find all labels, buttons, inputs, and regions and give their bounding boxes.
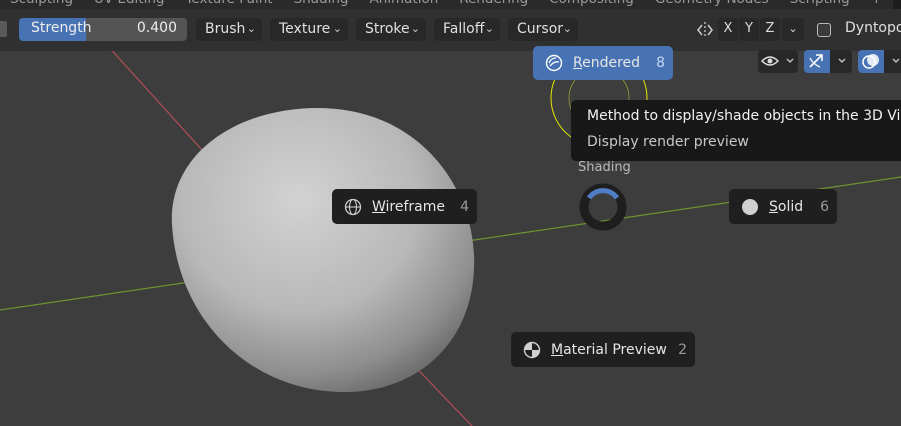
tooltip-description: Display render preview: [587, 134, 749, 150]
chevron-down-icon: ⌄: [788, 22, 798, 35]
falloff-menu[interactable]: Falloff ⌄: [434, 18, 500, 41]
gizmo-arrow-icon: [809, 54, 823, 68]
rendered-shading-icon: [545, 54, 563, 72]
material-preview-icon: [523, 341, 541, 358]
tab-texture-paint[interactable]: Texture Paint: [175, 0, 284, 9]
pie-item-wireframe[interactable]: Wireframe 4: [332, 189, 477, 224]
pie-item-label: Rendered: [573, 55, 641, 71]
strength-value: 0.400: [136, 20, 177, 36]
chevron-down-icon: ⌄: [562, 22, 572, 35]
tab-compositing[interactable]: Compositing: [539, 0, 645, 9]
cursor-menu-label: Cursor: [517, 21, 564, 37]
pie-item-label: Material Preview: [551, 341, 667, 358]
cursor-menu[interactable]: Cursor ⌄: [508, 18, 578, 41]
mirror-y-toggle[interactable]: Y: [739, 18, 759, 41]
tab-uv-editing[interactable]: UV Editing: [84, 0, 176, 9]
pie-item-shortcut: 4: [460, 198, 469, 215]
mirror-options-dropdown[interactable]: ⌄: [782, 18, 804, 41]
gizmo-toggle[interactable]: [804, 50, 830, 73]
x-axis-line-upper: [111, 51, 203, 151]
texture-menu-label: Texture: [279, 21, 331, 37]
texture-menu[interactable]: Texture ⌄: [270, 18, 348, 41]
wireframe-shading-icon: [344, 198, 362, 215]
dyntopo-checkbox[interactable]: [817, 23, 831, 37]
chevron-down-icon: ⌄: [332, 22, 342, 35]
pie-item-solid[interactable]: Solid 6: [729, 189, 837, 224]
chevron-down-icon: ⌄: [484, 22, 494, 35]
tab-shading[interactable]: Shading: [283, 0, 360, 9]
solid-shading-icon: [742, 198, 758, 215]
pie-menu-title: Shading: [578, 160, 631, 175]
brush-tool-icon[interactable]: [0, 21, 7, 37]
add-workspace-button[interactable]: +: [860, 0, 894, 9]
strength-slider[interactable]: Strength 0.400: [19, 18, 187, 41]
tooltip-title: Method to display/shade objects in the 3…: [587, 108, 901, 124]
mirror-symmetry-icon: [697, 22, 713, 38]
tooltip: Method to display/shade objects in the 3…: [571, 100, 901, 161]
pie-item-shortcut: 6: [820, 198, 829, 215]
mirror-x-toggle[interactable]: X: [718, 18, 738, 41]
tab-scripting[interactable]: Scripting: [779, 0, 861, 9]
chevron-down-icon: ⌄: [246, 22, 256, 35]
tab-geometry-nodes[interactable]: Geometry Nodes: [644, 0, 780, 9]
dyntopo-label: Dyntopo: [845, 20, 901, 36]
pie-item-label: Wireframe: [372, 198, 446, 215]
pie-item-label: Solid: [769, 198, 804, 215]
tab-animation[interactable]: Animation: [359, 0, 450, 9]
sculpt-sphere: [171, 108, 475, 393]
pie-item-shortcut: 8: [656, 55, 665, 71]
overlay-circles-icon: [862, 54, 879, 69]
stroke-menu[interactable]: Stroke ⌄: [356, 18, 426, 41]
chevron-down-icon: [838, 58, 846, 63]
overlays-dropdown[interactable]: [858, 50, 901, 73]
gizmo-dropdown[interactable]: [804, 50, 852, 73]
brush-menu-label: Brush: [205, 21, 246, 37]
stroke-menu-label: Stroke: [365, 21, 410, 37]
tab-rendering[interactable]: Rendering: [449, 0, 540, 9]
pie-center-ring: [579, 183, 627, 231]
pie-item-material-preview[interactable]: Material Preview 2: [511, 332, 695, 367]
overlays-toggle[interactable]: [858, 50, 884, 73]
eye-icon: [760, 56, 794, 66]
tool-header: Strength 0.400 Brush ⌄ Texture ⌄ Stroke ⌄ F…: [0, 9, 901, 51]
brush-menu[interactable]: Brush ⌄: [196, 18, 262, 41]
mirror-z-toggle[interactable]: Z: [760, 18, 780, 41]
strength-label: Strength: [31, 20, 92, 36]
workspace-tabs: Sculpting UV Editing Texture Paint Shadi…: [0, 0, 901, 9]
chevron-down-icon: ⌄: [410, 22, 420, 35]
visibility-dropdown[interactable]: [758, 50, 798, 73]
pie-item-rendered[interactable]: Rendered 8: [533, 46, 673, 80]
tab-sculpting[interactable]: Sculpting: [0, 0, 85, 9]
chevron-down-icon: [892, 58, 900, 63]
pie-item-shortcut: 2: [678, 341, 687, 358]
falloff-menu-label: Falloff: [443, 21, 485, 37]
